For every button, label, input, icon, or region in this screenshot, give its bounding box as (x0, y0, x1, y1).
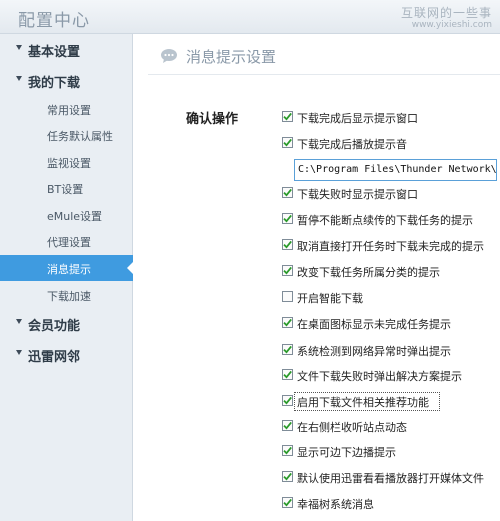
checkmark-icon (283, 472, 292, 481)
watermark-text: 互联网的一些事 (400, 6, 492, 20)
sidebar-item-label: 任务默认属性 (47, 130, 113, 143)
sidebar-item-label: eMule设置 (47, 210, 103, 223)
sidebar-group-my-downloads[interactable]: 我的下载 (0, 67, 133, 93)
sidebar-item-monitor-settings[interactable]: 监视设置 (0, 149, 133, 175)
caret-down-icon (16, 76, 22, 81)
sidebar-group-label: 会员功能 (28, 319, 81, 334)
checkmark-icon (283, 498, 292, 507)
checkbox[interactable] (282, 445, 293, 456)
option-label: 幸福树系统消息 (297, 498, 374, 511)
sidebar-group-member-features[interactable]: 会员功能 (0, 310, 133, 336)
focus-outline (294, 392, 440, 411)
caret-down-icon (16, 350, 22, 355)
checkbox[interactable] (282, 291, 293, 302)
sidebar-group-thunder-neighbors[interactable]: 迅雷网邻 (0, 341, 133, 367)
checkbox[interactable] (282, 395, 293, 406)
option-label: 系统检测到网络异常时弹出提示 (297, 345, 451, 358)
sidebar-item-label: 常用设置 (47, 104, 91, 117)
checkmark-icon (283, 446, 292, 455)
checkmark-icon (283, 345, 292, 354)
sidebar: 基本设置 我的下载 常用设置 任务默认属性 监视设置 BT设置 eMule设置 … (0, 34, 134, 521)
page-title: 消息提示设置 (186, 48, 277, 66)
section-label: 确认操作 (186, 112, 239, 127)
checkbox[interactable] (282, 344, 293, 355)
option-label: 文件下载失败时弹出解决方案提示 (297, 370, 462, 383)
checkmark-icon (283, 370, 292, 379)
checkbox[interactable] (282, 497, 293, 508)
checkmark-icon (283, 112, 292, 121)
window-title: 配置中心 (18, 11, 90, 31)
option-label: 在右侧栏收听站点动态 (297, 421, 407, 434)
sidebar-item-label: 代理设置 (47, 236, 91, 249)
checkbox[interactable] (282, 187, 293, 198)
checkmark-icon (283, 318, 292, 327)
option-label: 取消直接打开任务时下载未完成的提示 (297, 240, 484, 253)
sidebar-item-label: 消息提示 (47, 263, 91, 276)
caret-down-icon (16, 319, 22, 324)
sidebar-item-label: 下载加速 (47, 290, 91, 303)
sidebar-item-bt-settings[interactable]: BT设置 (0, 175, 133, 201)
checkmark-icon (283, 214, 292, 223)
settings-panel: 消息提示设置 确认操作 下载完成后显示提示窗口 下载完成后播放提示音 C:\Pr… (134, 34, 500, 521)
checkmark-icon (283, 421, 292, 430)
sidebar-group-label: 我的下载 (28, 76, 81, 91)
sidebar-item-message-prompts[interactable]: 消息提示 (0, 255, 134, 281)
checkbox[interactable] (282, 420, 293, 431)
checkmark-icon (283, 240, 292, 249)
option-label: 默认使用迅雷看看播放器打开媒体文件 (297, 472, 484, 485)
checkbox[interactable] (282, 317, 293, 328)
checkbox[interactable] (282, 239, 293, 250)
option-label: 显示可边下边播提示 (297, 446, 396, 459)
sidebar-group-label: 基本设置 (28, 45, 81, 60)
sidebar-group-label: 迅雷网邻 (28, 350, 81, 365)
watermark-url: www.yixieshi.com (411, 20, 492, 30)
sound-file-path-input[interactable]: C:\Program Files\Thunder Network\T (294, 159, 497, 181)
sidebar-item-label: 监视设置 (47, 157, 91, 170)
checkbox[interactable] (282, 369, 293, 380)
checkmark-icon (283, 266, 292, 275)
option-label: 下载失败时显示提示窗口 (297, 188, 418, 201)
option-label: 下载完成后显示提示窗口 (297, 112, 418, 125)
speech-bubble-icon (161, 49, 177, 63)
option-label: 暂停不能断点续传的下载任务的提示 (297, 214, 473, 227)
checkbox[interactable] (282, 137, 293, 148)
title-divider (148, 74, 500, 75)
title-bar: 配置中心 互联网的一些事 www.yixieshi.com (0, 0, 500, 34)
checkbox[interactable] (282, 471, 293, 482)
option-label: 下载完成后播放提示音 (297, 138, 407, 151)
option-label: 改变下载任务所属分类的提示 (297, 266, 440, 279)
checkmark-icon (283, 138, 292, 147)
option-label: 开启智能下载 (297, 292, 363, 305)
checkbox[interactable] (282, 111, 293, 122)
sidebar-item-label: BT设置 (47, 183, 84, 196)
option-label: 在桌面图标显示未完成任务提示 (297, 318, 451, 331)
checkbox[interactable] (282, 265, 293, 276)
checkbox[interactable] (282, 213, 293, 224)
caret-down-icon (16, 45, 22, 50)
sidebar-group-basic-settings[interactable]: 基本设置 (0, 36, 133, 62)
checkmark-icon (283, 396, 292, 405)
sidebar-item-download-acceleration[interactable]: 下载加速 (0, 282, 133, 308)
checkmark-icon (283, 188, 292, 197)
sidebar-item-proxy-settings[interactable]: 代理设置 (0, 228, 133, 254)
sidebar-item-emule-settings[interactable]: eMule设置 (0, 202, 133, 228)
sidebar-item-task-defaults[interactable]: 任务默认属性 (0, 122, 133, 148)
sidebar-item-common-settings[interactable]: 常用设置 (0, 96, 133, 122)
